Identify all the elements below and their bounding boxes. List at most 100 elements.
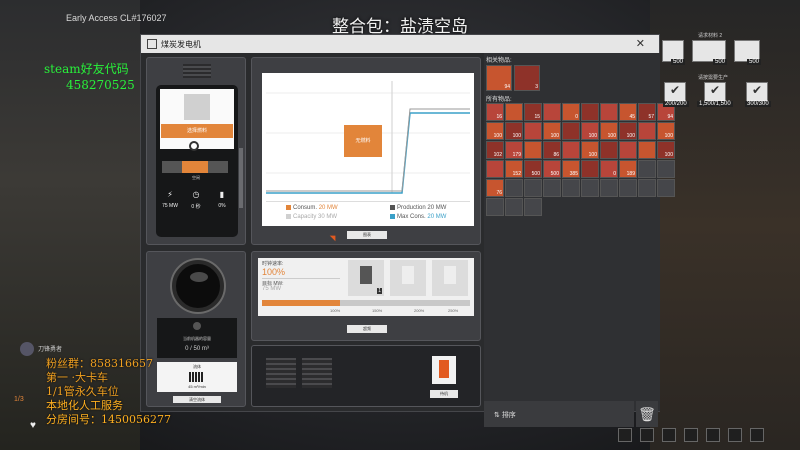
inventory-slot[interactable] — [505, 103, 523, 121]
inventory-slot[interactable]: 16 — [486, 103, 504, 121]
inventory-slot[interactable]: 500 — [524, 160, 542, 178]
overlay-line-3: 1/1管永久车位 — [46, 385, 119, 398]
inventory-slot[interactable] — [581, 103, 599, 121]
inventory-slot[interactable]: 0 — [562, 103, 580, 121]
inventory-slot[interactable] — [619, 179, 637, 197]
generator-window: 煤炭发电机 ✕ 选择燃料 空闲 ⚡ ◷ ▮ 75 MW 0 秒 0% 无燃料 C… — [140, 34, 675, 427]
inventory-slot[interactable] — [657, 160, 675, 178]
inventory-slot[interactable]: 100 — [543, 122, 561, 140]
inventory-slot[interactable]: 100 — [581, 141, 599, 159]
trash-icon[interactable]: 🗑 — [636, 401, 658, 427]
stat-time: 0 秒 — [191, 204, 201, 210]
inventory-slot[interactable] — [657, 179, 675, 197]
hotbar-slot[interactable] — [662, 428, 676, 442]
produce-label: 请按需要生产 — [698, 75, 729, 81]
select-fuel-button[interactable]: 选择燃料 — [161, 124, 233, 138]
request-item-2[interactable]: 500 — [692, 40, 727, 65]
inventory-slot[interactable]: 0 — [600, 160, 618, 178]
inventory-slot[interactable] — [486, 198, 504, 216]
overlay-line-2: 第一 ·大卡车 — [46, 371, 108, 384]
request-item-3[interactable]: 500 — [734, 40, 761, 65]
standby-button[interactable]: 待机 — [430, 390, 458, 398]
hotbar-slot[interactable] — [728, 428, 742, 442]
inventory-slot[interactable] — [486, 160, 504, 178]
inventory-slot[interactable]: 100 — [600, 122, 618, 140]
inventory-slot[interactable] — [505, 198, 523, 216]
inventory-slot[interactable]: 57 — [638, 103, 656, 121]
inventory-slot[interactable]: 179 — [505, 141, 523, 159]
inventory-slot[interactable] — [562, 179, 580, 197]
inventory-slot[interactable]: 100 — [657, 122, 675, 140]
slot-count: 100 — [607, 133, 616, 139]
check-icon[interactable]: ✔ 1,500/1,500 — [697, 82, 733, 107]
inventory-slot[interactable]: 45 — [619, 103, 637, 121]
power-shard-icon — [360, 266, 372, 284]
inventory-slot[interactable]: 100 — [486, 122, 504, 140]
slot-count: 15 — [534, 114, 540, 120]
check-icon[interactable]: ✔ 300/300 — [745, 82, 771, 107]
flush-fluid-button[interactable]: 清空流体 — [173, 396, 221, 403]
inventory-slot[interactable]: 102 — [486, 141, 504, 159]
inventory-slot[interactable] — [562, 122, 580, 140]
overclock-button[interactable]: 超频 — [347, 325, 387, 333]
inventory-slot[interactable]: 385 — [562, 160, 580, 178]
power-shard-slot-1[interactable]: 1 — [348, 260, 384, 296]
hotbar-slot[interactable] — [640, 428, 654, 442]
inventory-slot[interactable] — [638, 179, 656, 197]
power-graph: 无燃料 Consum. 20 MW Production 20 MW Capac… — [262, 73, 474, 226]
power-shard-slot-2[interactable] — [390, 260, 426, 296]
inventory-slot[interactable]: 76 — [486, 179, 504, 197]
related-item-2[interactable]: 3 — [514, 65, 540, 91]
side-rail — [239, 148, 243, 208]
inventory-slot[interactable]: 100 — [619, 122, 637, 140]
inventory-slot[interactable] — [619, 141, 637, 159]
inventory-slot[interactable]: 100 — [581, 122, 599, 140]
inventory-slot[interactable] — [638, 141, 656, 159]
inventory-slot[interactable] — [581, 160, 599, 178]
vent-middle — [302, 358, 332, 388]
close-button[interactable]: ✕ — [636, 37, 645, 50]
inventory-slot[interactable] — [505, 179, 523, 197]
hotbar-slot[interactable] — [750, 428, 764, 442]
inventory-slot[interactable]: 500 — [543, 160, 561, 178]
hotbar-slot[interactable] — [684, 428, 698, 442]
graph-button[interactable]: 图表 — [347, 231, 387, 239]
inventory-slot[interactable]: 189 — [619, 160, 637, 178]
slot-count: 100 — [493, 133, 502, 139]
inventory-slot[interactable] — [524, 198, 542, 216]
inventory-slot[interactable] — [524, 141, 542, 159]
inventory-slot[interactable]: 100 — [657, 141, 675, 159]
inventory-slot[interactable]: 152 — [505, 160, 523, 178]
fuel-placeholder-icon — [184, 94, 210, 120]
inventory-slot[interactable] — [524, 179, 542, 197]
check-icon[interactable]: ✔ 200/200 — [663, 82, 689, 107]
inventory-slot[interactable] — [524, 122, 542, 140]
inventory-slot[interactable] — [562, 141, 580, 159]
request-item-1[interactable]: 500 — [662, 40, 685, 65]
hotbar-slot[interactable] — [706, 428, 720, 442]
inventory-slot[interactable] — [543, 179, 561, 197]
inventory-slot[interactable]: 86 — [543, 141, 561, 159]
inventory-slot[interactable]: 100 — [505, 122, 523, 140]
sort-button[interactable]: ⇅ 排序 — [494, 410, 516, 420]
related-item-coal[interactable]: 94 — [486, 65, 512, 91]
standby-switch[interactable] — [432, 356, 456, 384]
inventory-slot[interactable] — [543, 103, 561, 121]
status-bar-fill — [182, 161, 208, 173]
inventory-slot[interactable] — [600, 141, 618, 159]
slot-count: 385 — [569, 171, 578, 177]
inventory-slot[interactable] — [638, 122, 656, 140]
overlay-line-4: 本地化人工服务 — [46, 399, 123, 412]
hotbar-slot[interactable] — [618, 428, 632, 442]
inventory-slot[interactable] — [600, 179, 618, 197]
inventory-slot[interactable] — [600, 103, 618, 121]
inventory-slot[interactable]: 15 — [524, 103, 542, 121]
tick-150: 150% — [372, 308, 383, 313]
inventory-slot[interactable] — [581, 179, 599, 197]
clock-icon: ◷ — [192, 190, 200, 199]
slot-count: 100 — [588, 133, 597, 139]
inventory-slot[interactable] — [638, 160, 656, 178]
power-shard-slot-3[interactable] — [432, 260, 468, 296]
switch-panel: 待机 — [251, 345, 481, 407]
window-titlebar[interactable]: 煤炭发电机 ✕ — [141, 35, 659, 53]
